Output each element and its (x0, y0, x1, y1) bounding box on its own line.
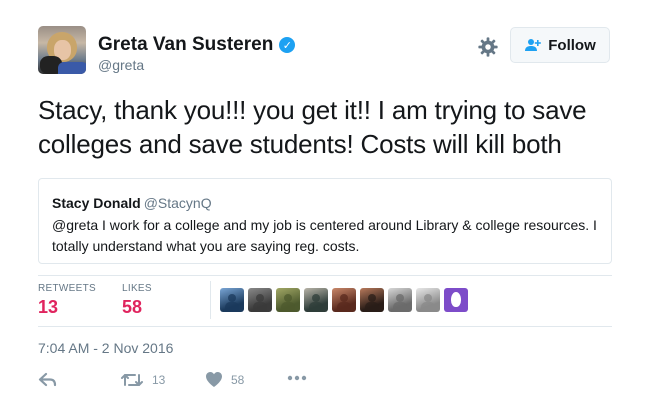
liker-avatar-7[interactable] (388, 288, 412, 312)
likers-list (220, 288, 468, 312)
tweet-text: Stacy, thank you!!! you get it!! I am tr… (38, 95, 587, 159)
retweets-count: 13 (38, 297, 59, 317)
user-handle[interactable]: @greta (98, 57, 144, 73)
reply-action[interactable] (38, 371, 58, 389)
liker-avatar-9[interactable] (444, 288, 468, 312)
likes-label: LIKES (122, 283, 152, 294)
retweet-icon (121, 374, 143, 386)
reply-icon (38, 372, 57, 387)
quoted-author-name[interactable]: Stacy Donald (52, 195, 141, 211)
retweet-count: 13 (152, 373, 166, 387)
liker-avatar-8[interactable] (416, 288, 440, 312)
user-name[interactable]: Greta Van Susteren ✓ (98, 34, 296, 56)
retweets-label: RETWEETS (38, 283, 96, 294)
liker-avatar-5[interactable] (332, 288, 356, 312)
divider (38, 275, 612, 276)
liker-avatar-2[interactable] (248, 288, 272, 312)
quoted-tweet[interactable]: Stacy Donald @StacynQ @greta I work for a… (38, 178, 612, 264)
follow-button[interactable]: Follow (510, 27, 610, 63)
quoted-tweet-text: @greta I work for a college and my job i… (52, 217, 597, 254)
gear-icon[interactable] (477, 36, 499, 58)
user-avatar[interactable] (38, 26, 86, 74)
like-action[interactable]: 58 (205, 371, 244, 388)
divider (38, 326, 612, 327)
verified-badge-icon: ✓ (279, 37, 296, 53)
retweets-stat[interactable]: RETWEETS 13 (38, 283, 96, 318)
more-action[interactable] (287, 374, 307, 382)
likes-stat[interactable]: LIKES 58 (122, 283, 152, 318)
stats-separator (210, 281, 211, 319)
liker-avatar-6[interactable] (360, 288, 384, 312)
retweet-action[interactable]: 13 (120, 371, 165, 389)
liker-avatar-4[interactable] (304, 288, 328, 312)
quoted-tweet-author[interactable]: Stacy Donald @StacynQ (52, 195, 212, 211)
follow-button-label: Follow (548, 36, 596, 54)
likes-count: 58 (122, 297, 143, 317)
quoted-author-handle[interactable]: @StacynQ (144, 195, 212, 211)
add-user-icon (525, 39, 542, 51)
more-icon (287, 375, 307, 381)
user-name-text[interactable]: Greta Van Susteren (98, 34, 273, 56)
heart-icon (206, 372, 222, 387)
liker-avatar-3[interactable] (276, 288, 300, 312)
tweet-timestamp[interactable]: 7:04 AM - 2 Nov 2016 (38, 340, 173, 356)
like-count: 58 (231, 372, 245, 387)
liker-avatar-1[interactable] (220, 288, 244, 312)
